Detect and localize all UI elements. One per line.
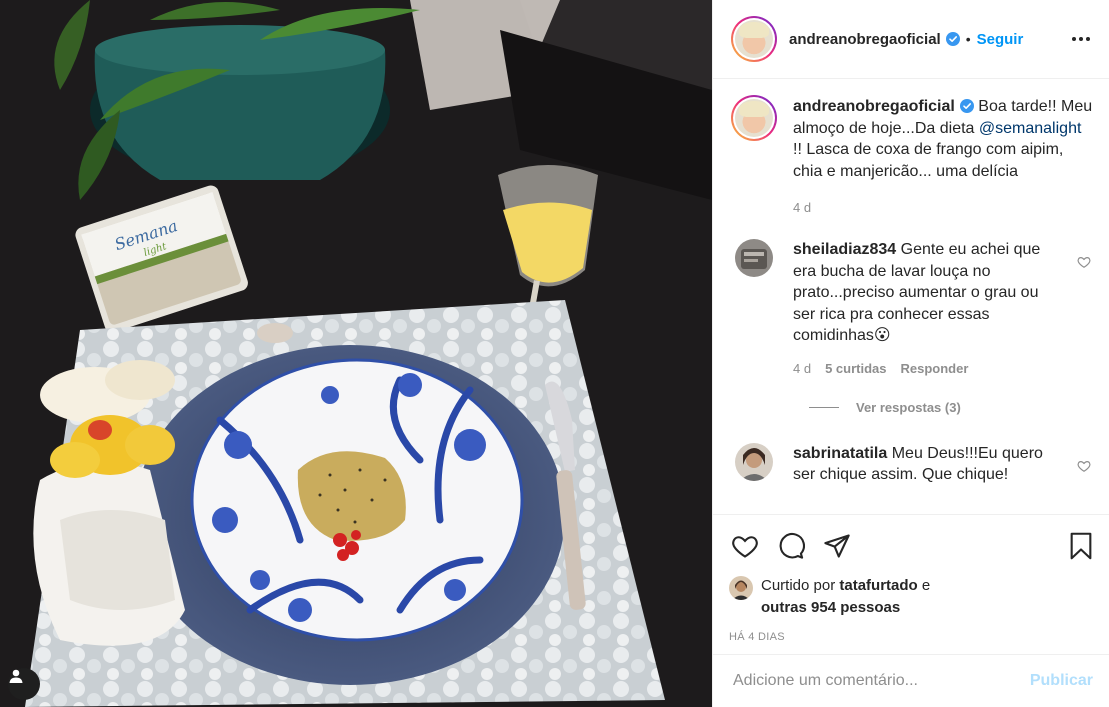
commenter-avatar[interactable] [735,442,773,481]
bookmark-icon[interactable] [1065,530,1097,562]
comment-heart-icon[interactable] [1077,255,1091,269]
author-username[interactable]: andreanobregaoficial [789,31,941,48]
caption: andreanobregaoficial Boa tarde!! Meu alm… [731,95,1093,215]
caption-username[interactable]: andreanobregaoficial [793,98,955,115]
verified-icon [945,32,960,46]
liker-avatar[interactable] [729,576,753,600]
verified-icon [959,99,974,113]
caption-avatar[interactable] [731,95,777,141]
likes-others-link[interactable]: outras 954 pessoas [761,599,900,616]
likes-prefix: Curtido por [761,577,840,594]
user-tag-icon [9,669,23,683]
post-photo[interactable]: Semana light [0,0,712,707]
comment-username[interactable]: sabrinatatila [793,445,887,462]
view-replies-button[interactable]: Ver respostas (3) [809,400,1093,415]
comment-heart-icon[interactable] [1077,459,1091,473]
comment-item: sheiladiaz834 Gente eu achei que era buc… [731,239,1093,376]
comment-input[interactable] [733,672,1030,690]
header-separator: • [965,31,971,47]
comment-likes-count[interactable]: 5 curtidas [825,361,886,376]
commenter-avatar[interactable] [735,239,773,277]
post-header: andreanobregaoficial • Seguir [713,0,1109,79]
caption-time[interactable]: 4 d [793,200,811,215]
caption-text-end: !! Lasca de coxa de frango com aipim, ch… [793,141,1064,180]
comment-icon[interactable] [775,530,807,562]
caption-mention-link[interactable]: @semanalight [979,120,1082,137]
likes-mid: e [917,577,931,594]
heart-icon[interactable] [729,530,761,562]
reply-button[interactable]: Responder [901,361,969,376]
comment-username[interactable]: sheiladiaz834 [793,241,896,258]
post-time[interactable]: HÁ 4 DIAS [729,631,1097,643]
likes-summary: Curtido por tatafurtado e outras 954 pes… [729,575,1097,619]
comment-time[interactable]: 4 d [793,361,811,376]
author-avatar[interactable] [731,16,777,62]
liker-username[interactable]: tatafurtado [839,577,917,594]
more-options-icon[interactable] [1069,27,1093,51]
comment-item: sabrinatatila Meu Deus!!!Eu quero ser ch… [731,442,1093,489]
photo-illustration: Semana light [0,0,712,707]
post-actions: Curtido por tatafurtado e outras 954 pes… [713,514,1109,654]
add-comment-bar: Publicar [713,654,1109,707]
follow-button[interactable]: Seguir [977,31,1024,48]
share-icon[interactable] [821,530,853,562]
post-side-panel: andreanobregaoficial • Seguir andreanobr… [712,0,1109,707]
comments-list[interactable]: andreanobregaoficial Boa tarde!! Meu alm… [713,79,1109,514]
user-tag-button[interactable] [8,668,40,700]
publish-button[interactable]: Publicar [1030,672,1093,690]
view-replies-label: Ver respostas (3) [856,399,961,415]
